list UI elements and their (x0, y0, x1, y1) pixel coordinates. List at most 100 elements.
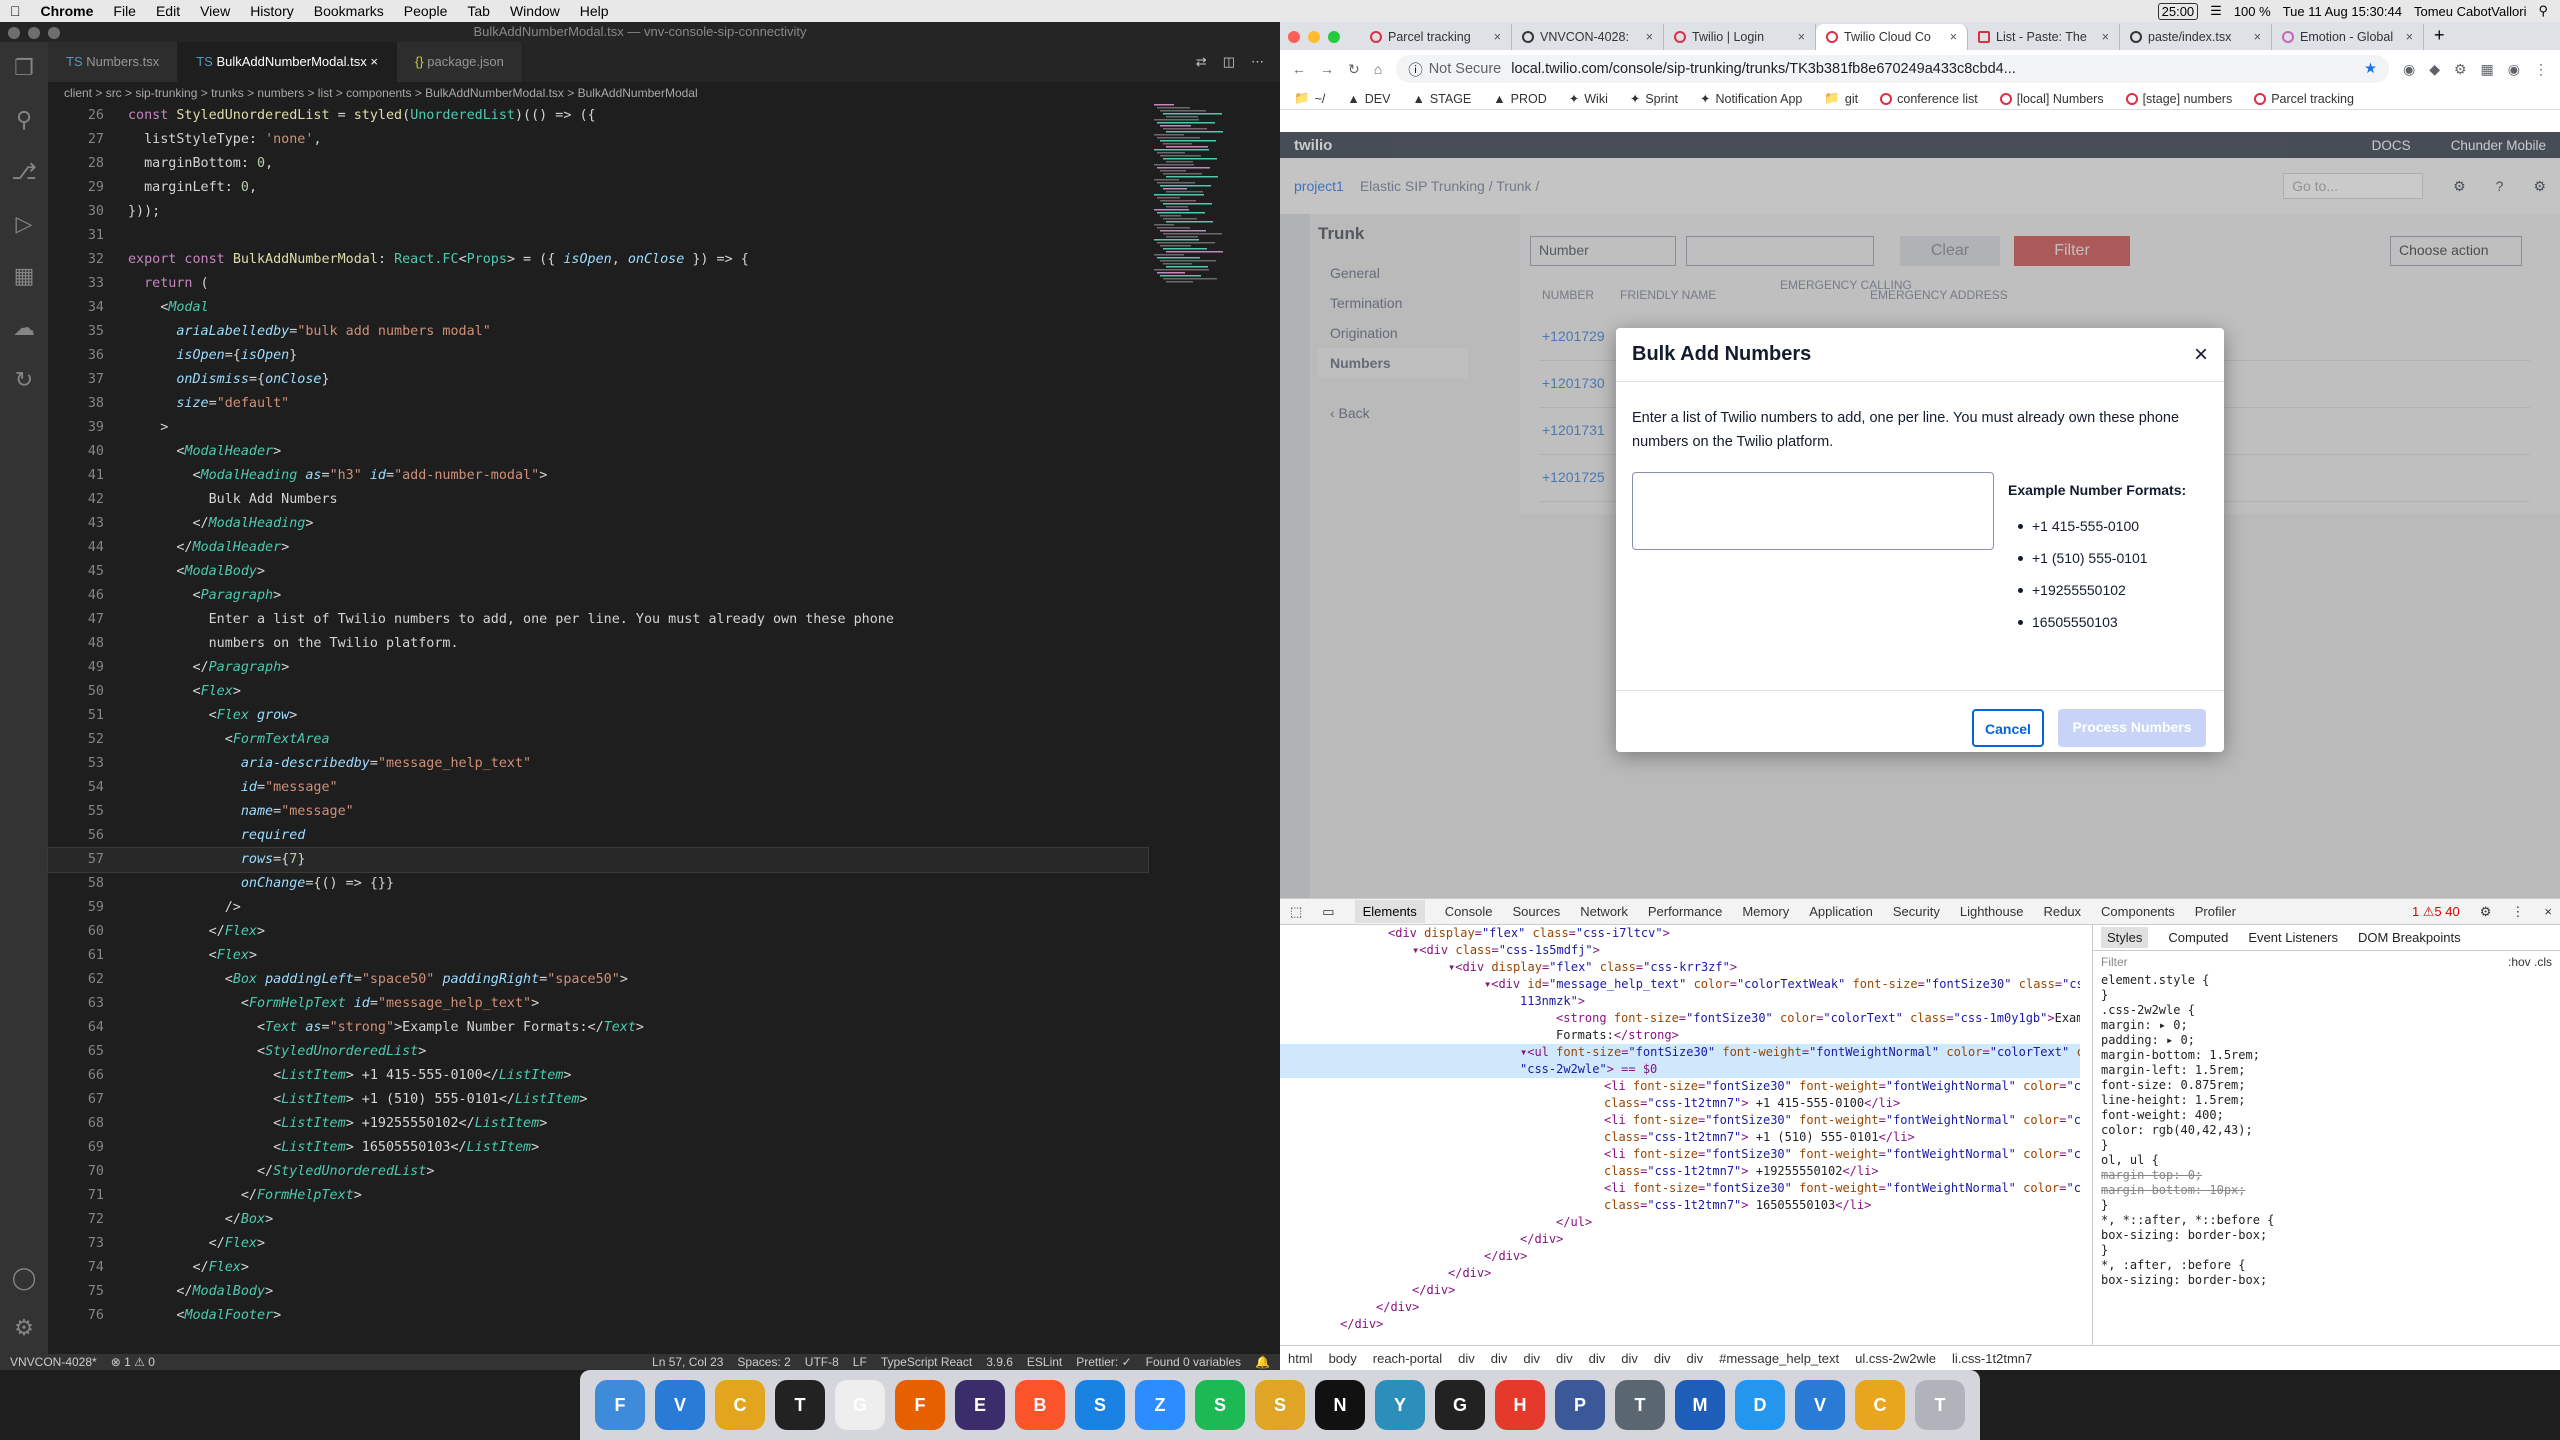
code-line[interactable]: 40 <ModalHeader> (48, 440, 1148, 464)
code-text[interactable]: <Paragraph> (104, 584, 281, 608)
tab-console[interactable]: Console (1445, 904, 1493, 919)
dock-app-postman-icon[interactable]: P (1555, 1380, 1605, 1430)
menubar-app-name[interactable]: Chrome (31, 3, 104, 19)
dom-crumb[interactable]: div (1556, 1351, 1573, 1366)
more-actions-icon[interactable]: ⋯ (1251, 42, 1264, 82)
dom-crumb[interactable]: div (1621, 1351, 1638, 1366)
style-rule-line[interactable]: ol, ul { (2093, 1153, 2560, 1168)
bookmark-item[interactable]: Parcel tracking (2254, 92, 2354, 106)
code-line[interactable]: 50 <Flex> (48, 680, 1148, 704)
code-text[interactable]: Enter a list of Twilio numbers to add, o… (104, 608, 894, 632)
code-line[interactable]: 64 <Text as="strong">Example Number Form… (48, 1016, 1148, 1040)
code-text[interactable]: export const BulkAddNumberModal: React.F… (104, 248, 749, 272)
menu-help[interactable]: Help (570, 3, 619, 19)
battery-percent[interactable]: 100 % (2234, 4, 2271, 19)
style-rule-line[interactable]: box-sizing: border-box; (2093, 1228, 2560, 1243)
tab-components[interactable]: Components (2101, 904, 2175, 919)
dom-node[interactable]: <div display="flex" class="css-i7ltcv"> (1280, 925, 2080, 942)
tab-lighthouse[interactable]: Lighthouse (1960, 904, 2024, 919)
dock-app-slack-icon[interactable]: S (1255, 1380, 1305, 1430)
forward-arrow-icon[interactable]: → (1320, 61, 1334, 77)
style-rule-line[interactable]: font-weight: 400; (2093, 1108, 2560, 1123)
menu-window[interactable]: Window (500, 3, 570, 19)
code-line[interactable]: 62 <Box paddingLeft="space50" paddingRig… (48, 968, 1148, 992)
profile-avatar[interactable]: ◉ (2508, 61, 2520, 78)
code-line[interactable]: 37 onDismiss={onClose} (48, 368, 1148, 392)
tab-computed[interactable]: Computed (2168, 930, 2228, 945)
close-window-button[interactable] (8, 27, 20, 39)
process-numbers-button[interactable]: Process Numbers (2058, 709, 2206, 747)
code-line[interactable]: 35 ariaLabelledby="bulk add numbers moda… (48, 320, 1148, 344)
style-rules[interactable]: element.style {} .css-2w2wle { margin: ▸ … (2093, 973, 2560, 1288)
code-text[interactable]: <ModalHeader> (104, 440, 281, 464)
device-toggle-icon[interactable]: ▭ (1322, 904, 1334, 920)
bookmark-item[interactable]: conference list (1880, 92, 1978, 106)
code-line[interactable]: 49 </Paragraph> (48, 656, 1148, 680)
code-text[interactable]: <Flex> (104, 944, 257, 968)
code-line[interactable]: 55 name="message" (48, 800, 1148, 824)
chrome-menu-icon[interactable]: ⋮ (2534, 61, 2548, 78)
code-line[interactable]: 38 size="default" (48, 392, 1148, 416)
code-text[interactable]: <Flex grow> (104, 704, 298, 728)
style-rule-line[interactable]: color: rgb(40,42,43); (2093, 1123, 2560, 1138)
dom-node[interactable]: <strong font-size="fontSize30" color="co… (1280, 1010, 2080, 1027)
code-text[interactable]: </ModalHeader> (104, 536, 289, 560)
tab-numbers-tsx[interactable]: TS Numbers.tsx (48, 42, 179, 82)
line-ending[interactable]: LF (853, 1355, 867, 1369)
git-branch[interactable]: VNVCON-4028* (10, 1355, 97, 1369)
code-line[interactable]: 52 <FormTextArea (48, 728, 1148, 752)
code-line[interactable]: 70 </StyledUnorderedList> (48, 1160, 1148, 1184)
dom-node[interactable]: <li font-size="fontSize30" font-weight="… (1280, 1146, 2080, 1163)
breadcrumb[interactable]: client > src > sip-trunking > trunks > n… (48, 82, 1280, 104)
dom-node[interactable]: </div> (1280, 1299, 2080, 1316)
code-line[interactable]: 68 <ListItem> +19255550102</ListItem> (48, 1112, 1148, 1136)
minimize-window-button[interactable] (28, 27, 40, 39)
dock-app-zoom-icon[interactable]: Z (1135, 1380, 1185, 1430)
code-line[interactable]: 46 <Paragraph> (48, 584, 1148, 608)
dom-crumb[interactable]: reach-portal (1373, 1351, 1442, 1366)
code-text[interactable]: <ModalBody> (104, 560, 265, 584)
explorer-icon[interactable]: ❐ (0, 42, 48, 94)
dom-node[interactable]: </div> (1280, 1231, 2080, 1248)
code-line[interactable]: 54 id="message" (48, 776, 1148, 800)
more-icon[interactable]: ⋮ (2511, 904, 2524, 920)
bookmark-item[interactable]: ✦ Wiki (1569, 91, 1608, 107)
code-text[interactable]: <FormTextArea (104, 728, 330, 752)
settings-gear-icon[interactable]: ⚙ (2480, 904, 2492, 920)
dom-crumb[interactable]: div (1654, 1351, 1671, 1366)
style-rule-line[interactable]: } (2093, 1198, 2560, 1213)
code-line[interactable]: 53 aria-describedby="message_help_text" (48, 752, 1148, 776)
code-line[interactable]: 66 <ListItem> +1 415-555-0100</ListItem> (48, 1064, 1148, 1088)
code-text[interactable]: rows={7} (104, 848, 306, 872)
code-text[interactable]: const StyledUnorderedList = styled(Unord… (104, 104, 596, 128)
code-text[interactable]: <Modal (104, 296, 208, 320)
style-rule-line[interactable]: font-size: 0.875rem; (2093, 1078, 2560, 1093)
code-text[interactable]: listStyleType: 'none', (104, 128, 321, 152)
inspect-element-icon[interactable]: ⬚ (1290, 904, 1302, 920)
dom-node[interactable]: class="css-1t2tmn7"> 16505550103</li> (1280, 1197, 2080, 1214)
code-line[interactable]: 28 marginBottom: 0, (48, 152, 1148, 176)
code-line[interactable]: 73 </Flex> (48, 1232, 1148, 1256)
dom-crumb[interactable]: div (1687, 1351, 1704, 1366)
code-line[interactable]: 63 <FormHelpText id="message_help_text"> (48, 992, 1148, 1016)
code-line[interactable]: 31 (48, 224, 1148, 248)
code-line[interactable]: 29 marginLeft: 0, (48, 176, 1148, 200)
dom-crumb[interactable]: #message_help_text (1719, 1351, 1839, 1366)
code-text[interactable]: marginLeft: 0, (104, 176, 257, 200)
chrome-tab-active[interactable]: Twilio Cloud Co × (1816, 24, 1968, 50)
code-line[interactable]: 36 isOpen={isOpen} (48, 344, 1148, 368)
code-text[interactable]: <Box paddingLeft="space50" paddingRight=… (104, 968, 628, 992)
dom-node[interactable]: ▾<div display="flex" class="css-krr3zf"> (1280, 959, 2080, 976)
dom-node[interactable]: </div> (1280, 1248, 2080, 1265)
dom-crumb[interactable]: div (1491, 1351, 1508, 1366)
code-text[interactable]: </ModalBody> (104, 1280, 273, 1304)
tab-network[interactable]: Network (1580, 904, 1628, 919)
dock-app-tableplus-icon[interactable]: T (1615, 1380, 1665, 1430)
code-text[interactable]: size="default" (104, 392, 289, 416)
code-line[interactable]: 43 </ModalHeading> (48, 512, 1148, 536)
cursor-position[interactable]: Ln 57, Col 23 (652, 1355, 723, 1369)
dock-app-finder-icon[interactable]: F (595, 1380, 645, 1430)
dock-app-csv-icon[interactable]: C (1855, 1380, 1905, 1430)
tab-dom-breakpoints[interactable]: DOM Breakpoints (2358, 930, 2461, 945)
code-line[interactable]: 30})); (48, 200, 1148, 224)
